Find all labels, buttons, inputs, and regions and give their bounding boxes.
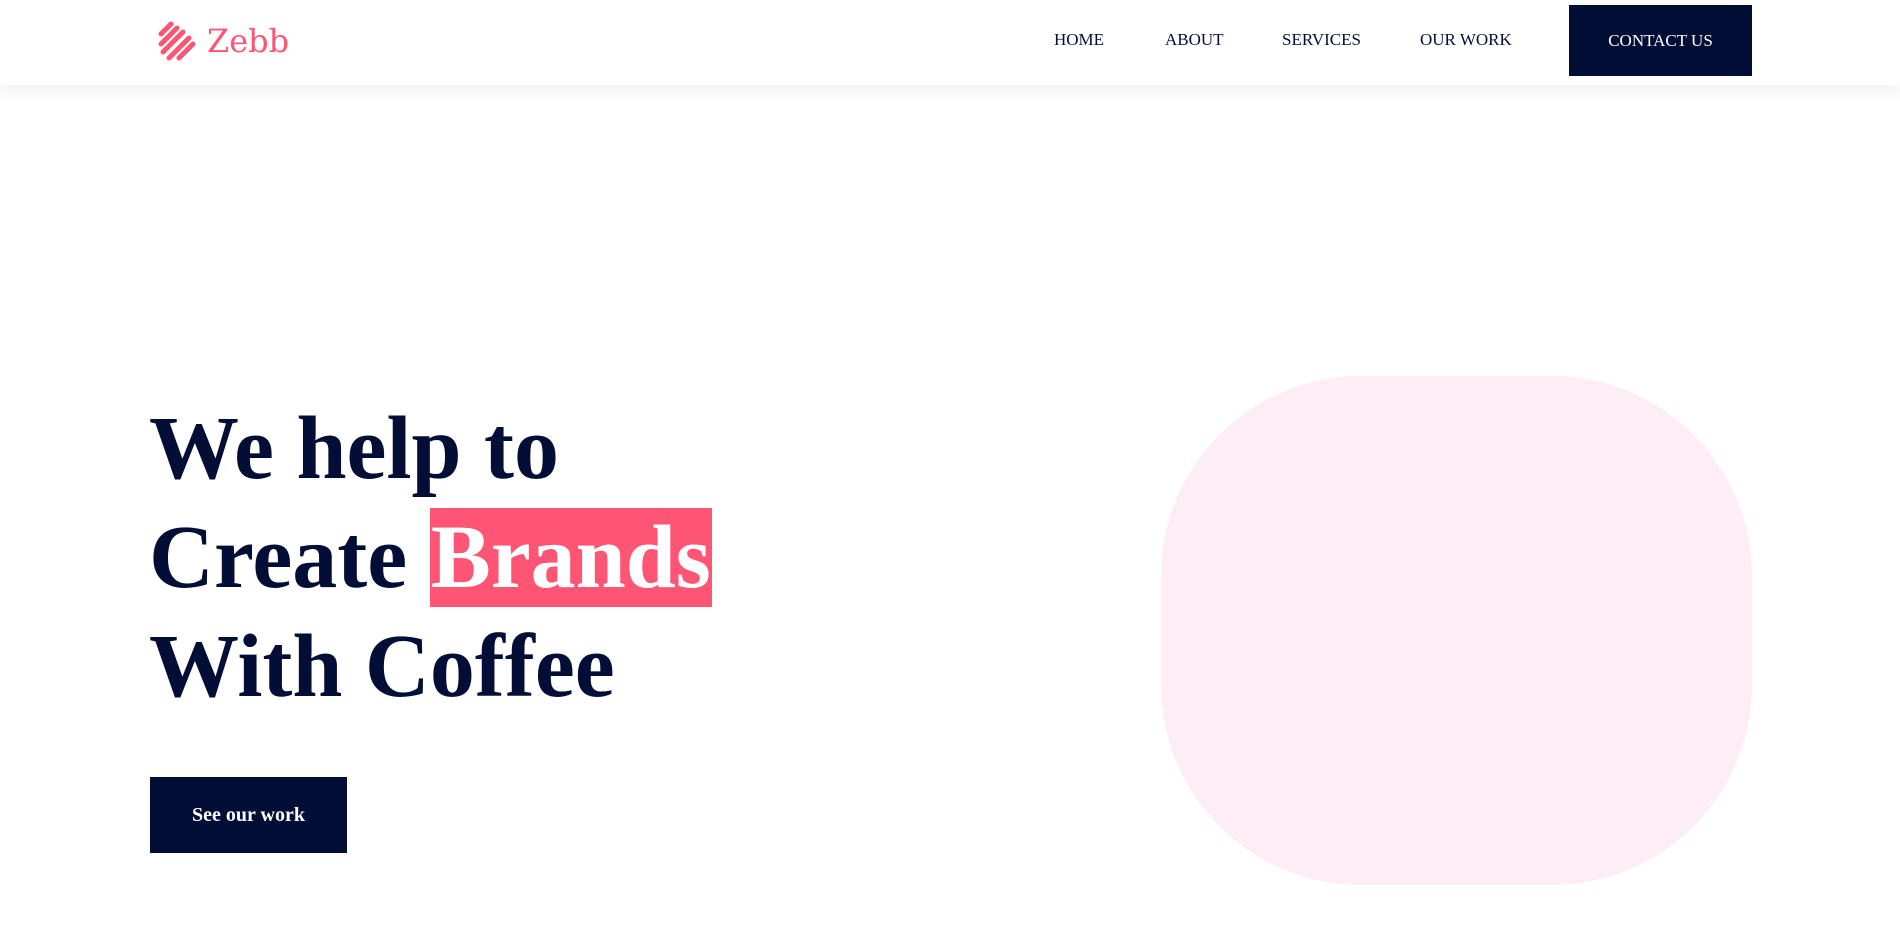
brand-logo[interactable]: Zebb — [157, 20, 289, 62]
hero-line-3: With Coffee — [149, 617, 615, 716]
hero-line-1: We help to — [149, 399, 560, 498]
nav-home[interactable]: HOME — [1054, 30, 1104, 50]
hero-heading: We help to Create Brands With Coffee — [149, 394, 712, 721]
logo-stripes-icon — [158, 21, 196, 61]
hero-highlight-word: Brands — [429, 508, 712, 607]
nav-services[interactable]: SERVICES — [1282, 30, 1361, 50]
see-our-work-button[interactable]: See our work — [150, 777, 347, 853]
nav-our-work[interactable]: OUR WORK — [1420, 30, 1512, 50]
top-navbar: Zebb HOME ABOUT SERVICES OUR WORK CONTAC… — [0, 0, 1900, 85]
nav-about[interactable]: ABOUT — [1165, 30, 1224, 50]
brand-name: Zebb — [207, 22, 290, 60]
contact-us-button[interactable]: CONTACT US — [1569, 5, 1752, 76]
hero-line-2-prefix: Create — [149, 508, 430, 607]
hero-decorative-shape — [1161, 376, 1752, 885]
